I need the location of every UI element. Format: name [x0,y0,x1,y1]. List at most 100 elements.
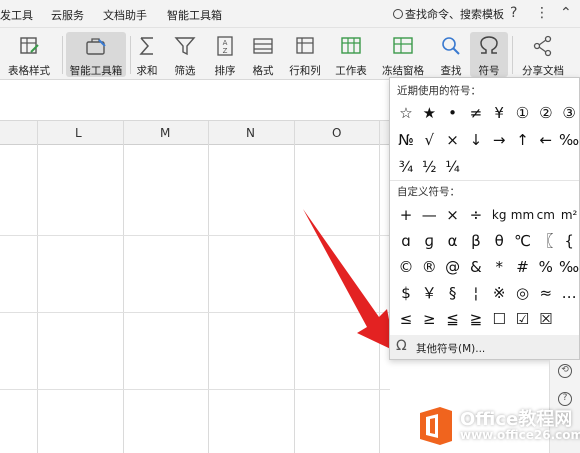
ribbon-toolbar: 表格样式 智能工具箱 求和 筛选 AZ 排序 格式 行和列 工作表 冻结窗格 查… [0,28,580,80]
symbol-cell[interactable]: 〖 [534,230,558,252]
symbol-cell[interactable]: ¾ [394,156,418,178]
symbol-cell[interactable]: ≤ [394,308,418,330]
sum-label: 求和 [136,65,158,77]
symbol-cell[interactable]: √ [417,129,441,151]
symbol-cell[interactable]: ② [534,102,558,124]
sort-button[interactable]: AZ 排序 [206,32,244,77]
column-header-l[interactable]: L [75,126,82,140]
filter-button[interactable]: 筛选 [168,32,202,77]
more-symbols-button[interactable]: Ω 其他符号(M)... [390,335,579,359]
smart-toolbox-button[interactable]: 智能工具箱 [66,32,126,77]
symbol-cell[interactable]: * [487,256,511,278]
symbol-cell[interactable]: × [441,129,465,151]
symbol-cell[interactable]: ¼ [441,156,465,178]
recent-symbols-title: 近期使用的符号： [397,85,481,97]
symbol-cell[interactable]: ◎ [511,282,535,304]
symbol-cell[interactable]: © [394,256,418,278]
history-icon[interactable]: ⟲ [558,364,572,378]
symbol-cell[interactable]: ÷ [464,204,488,226]
symbol-cell[interactable]: β [464,230,488,252]
symbol-cell[interactable]: ≦ [441,308,465,330]
symbol-cell[interactable]: ☑ [511,308,535,330]
rows-columns-label: 行和列 [289,65,321,77]
symbol-dropdown: 近期使用的符号： ☆ ★ • ≠ ¥ ① ② ③ № √ × ↓ → ↑ ← ‰ ¾ ½ ¼ 自定义符号： + — × ÷… [389,77,580,360]
symbol-cell[interactable]: @ [441,256,465,278]
symbol-button[interactable]: 符号 [470,32,508,77]
symbol-cell[interactable]: m² [557,204,580,226]
symbol-cell[interactable]: α [441,230,465,252]
menu-cloud-service[interactable]: 云服务 [51,7,84,23]
column-header-o[interactable]: O [332,126,341,140]
worksheet-button[interactable]: 工作表 [330,32,372,77]
symbol-cell[interactable]: • [441,102,465,124]
toolbox-icon [86,38,106,55]
symbol-cell[interactable]: ① [511,102,535,124]
symbol-cell[interactable]: $ [394,282,418,304]
symbol-cell[interactable]: # [511,256,535,278]
table-style-button[interactable]: 表格样式 [0,32,58,77]
menu-bar: 发工具 云服务 文档助手 智能工具箱 查找命令、搜索模板 ? ⋮ ⌃ [0,0,580,28]
column-header-m[interactable]: M [160,126,170,140]
symbol-cell[interactable]: ↑ [511,129,535,151]
symbol-cell[interactable]: → [487,129,511,151]
symbol-cell[interactable]: ɑ [394,230,418,252]
symbol-cell[interactable]: ɡ [417,230,441,252]
symbol-cell[interactable]: ® [417,256,441,278]
collapse-ribbon-icon[interactable]: ⌃ [560,5,572,21]
menu-smart-toolbox[interactable]: 智能工具箱 [167,7,222,23]
ribbon-separator [512,36,513,74]
menu-developer-tools[interactable]: 发工具 [0,7,33,23]
symbol-cell[interactable]: ☆ [394,102,418,124]
search-icon [393,9,403,19]
sum-button[interactable]: 求和 [132,32,162,77]
symbol-cell[interactable]: ※ [487,282,511,304]
symbol-cell[interactable]: № [394,129,418,151]
symbol-cell[interactable]: ↓ [464,129,488,151]
symbol-cell[interactable]: ¦ [464,282,488,304]
format-button[interactable]: 格式 [246,32,280,77]
symbol-cell[interactable]: ½ [417,156,441,178]
help-icon[interactable]: ? [510,5,517,21]
symbol-cell[interactable]: & [464,256,488,278]
symbol-cell[interactable]: ★ [417,102,441,124]
symbol-cell[interactable]: mm [511,204,535,226]
symbol-cell[interactable]: + [394,204,418,226]
symbol-cell[interactable]: cm [534,204,558,226]
sort-icon: AZ [217,36,233,56]
symbol-cell[interactable]: ¥ [487,102,511,124]
symbol-cell[interactable]: { [557,230,580,252]
find-button[interactable]: 查找 [434,32,468,77]
symbol-cell[interactable]: ≥ [417,308,441,330]
symbol-cell[interactable]: % [534,256,558,278]
svg-text:A: A [223,39,228,47]
symbol-cell[interactable]: ③ [557,102,580,124]
symbol-cell[interactable]: ‰ [557,129,580,151]
table-style-label: 表格样式 [8,65,50,77]
symbol-cell[interactable]: … [557,282,580,304]
symbol-cell[interactable]: ￥ [417,282,441,304]
column-header-n[interactable]: N [246,126,255,140]
more-icon[interactable]: ⋮ [535,5,549,21]
share-document-label: 分享文档 [522,65,564,77]
symbol-cell[interactable]: ‰ [557,256,580,278]
ribbon-separator [130,36,131,74]
freeze-panes-button[interactable]: 冻结窗格 [376,32,430,77]
symbol-cell[interactable]: θ [487,230,511,252]
command-search[interactable]: 查找命令、搜索模板 [393,6,504,22]
menu-document-assistant[interactable]: 文档助手 [103,7,147,23]
rows-columns-button[interactable]: 行和列 [284,32,326,77]
symbol-cell[interactable]: ☒ [534,308,558,330]
symbol-cell[interactable]: ℃ [511,230,535,252]
symbol-cell[interactable]: ≠ [464,102,488,124]
symbol-cell[interactable]: — [417,204,441,226]
symbol-cell[interactable]: ≈ [534,282,558,304]
share-document-button[interactable]: 分享文档 [516,32,570,77]
symbol-cell[interactable]: ≧ [464,308,488,330]
symbol-cell[interactable]: ← [534,129,558,151]
symbol-cell[interactable]: § [441,282,465,304]
symbol-cell[interactable]: kg [487,204,511,226]
symbol-cell[interactable]: × [441,204,465,226]
format-icon [253,38,273,54]
rows-columns-icon [296,37,314,54]
symbol-cell[interactable]: ☐ [487,308,511,330]
